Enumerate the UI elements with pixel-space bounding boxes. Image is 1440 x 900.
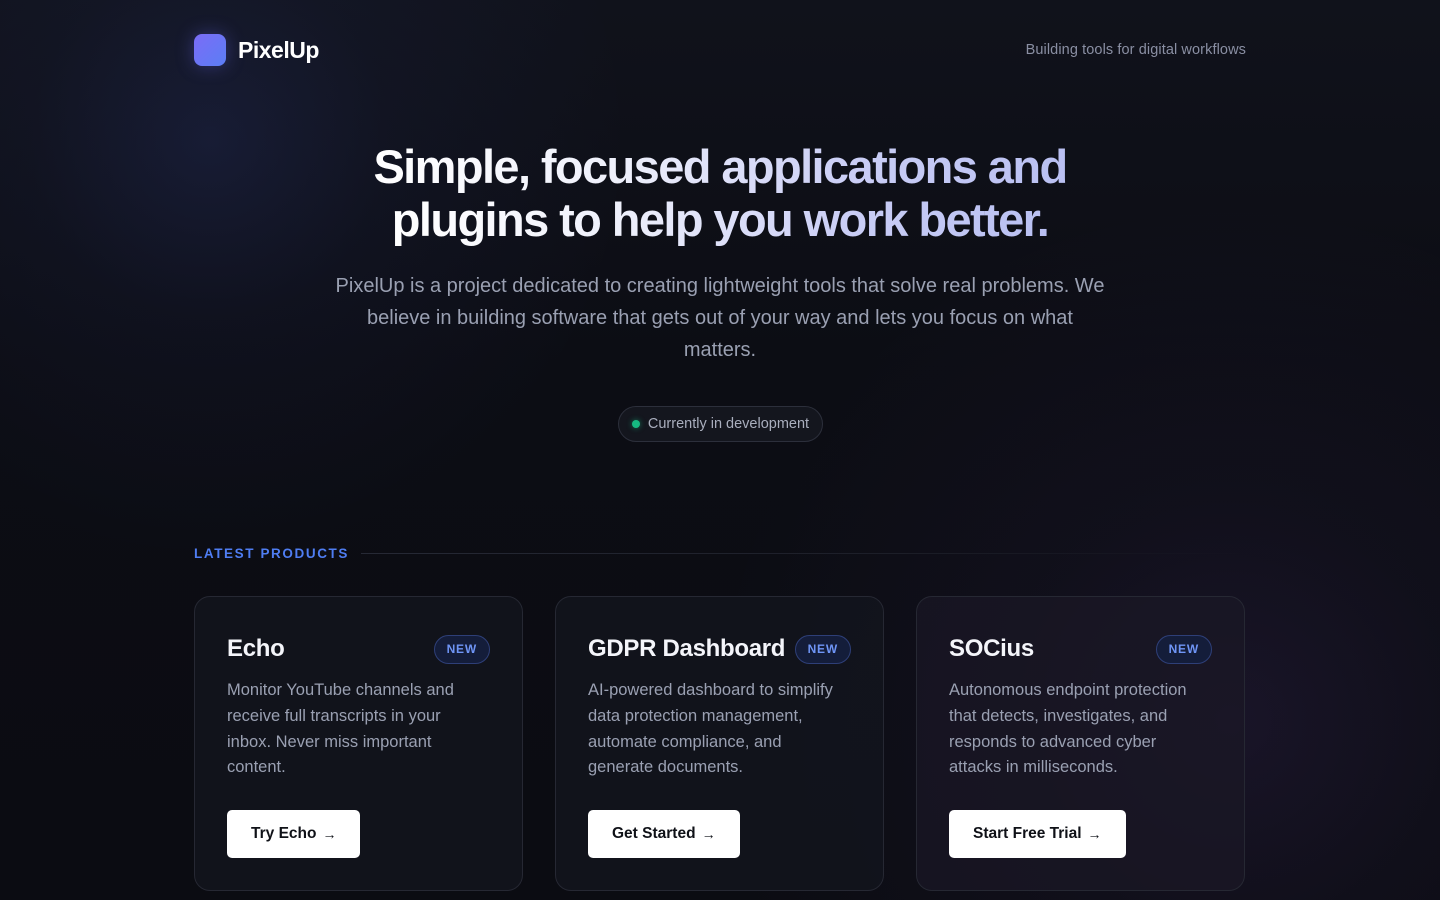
logo-icon [194, 34, 226, 66]
status-dot-icon [631, 420, 640, 428]
product-description: AI-powered dashboard to simplify data pr… [588, 681, 833, 777]
status-badge: Currently in development [618, 406, 823, 442]
arrow-right-icon: → [701, 826, 716, 842]
product-card-socius: SOCius NEW Autonomous endpoint protectio… [916, 596, 1245, 891]
status-text: Currently in development [647, 416, 810, 432]
brand-name: PixelUp [238, 36, 319, 63]
hero-title-line-2: plugins to help you work better. [391, 193, 1050, 246]
product-title: Echo [227, 635, 285, 662]
cta-label: Start Free Trial [973, 825, 1082, 842]
get-started-button[interactable]: Get Started → [588, 810, 740, 858]
try-echo-button[interactable]: Try Echo → [227, 810, 361, 858]
product-description: Autonomous endpoint protection that dete… [949, 681, 1187, 777]
start-free-trial-button[interactable]: Start Free Trial → [949, 810, 1126, 858]
product-card-gdpr-dashboard: GDPR Dashboard NEW AI-powered dashboard … [555, 596, 884, 891]
arrow-right-icon: → [322, 826, 337, 842]
site-header: PixelUp Building tools for digital workf… [194, 32, 1246, 68]
new-badge: NEW [1155, 634, 1212, 664]
hero-title: Simple, focused applications and plugins… [0, 140, 1440, 246]
cta-label: Get Started [612, 825, 696, 842]
header-tagline: Building tools for digital workflows [1025, 42, 1246, 58]
product-title: GDPR Dashboard [588, 635, 786, 662]
product-card-echo: Echo NEW Monitor YouTube channels and re… [194, 596, 523, 891]
product-description: Monitor YouTube channels and receive ful… [227, 681, 454, 777]
section-label: LATEST PRODUCTS [194, 545, 349, 561]
new-badge: NEW [433, 634, 490, 664]
product-title: SOCius [949, 635, 1034, 662]
brand-link[interactable]: PixelUp [194, 34, 319, 66]
product-grid: Echo NEW Monitor YouTube channels and re… [194, 596, 1246, 891]
arrow-right-icon: → [1087, 826, 1102, 842]
section-divider [361, 552, 1246, 554]
section-header: LATEST PRODUCTS [194, 543, 1246, 563]
cta-label: Try Echo [251, 825, 317, 842]
hero-title-line-1: Simple, focused applications and [373, 140, 1068, 193]
new-badge: NEW [794, 634, 851, 664]
hero-description: PixelUp is a project dedicated to creati… [335, 275, 1105, 361]
